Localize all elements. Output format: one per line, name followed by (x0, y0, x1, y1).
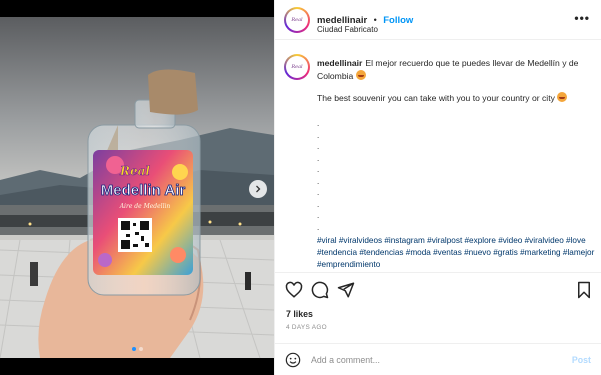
caption-avatar-text: Real (291, 64, 303, 70)
caption-dot: . (317, 165, 320, 174)
hashtag-link[interactable]: #gratis (493, 248, 518, 257)
heart-icon[interactable] (285, 281, 303, 299)
bottle-label-sub: Aire de Medellin (119, 203, 171, 210)
hashtag-link[interactable]: #nuevo (464, 248, 491, 257)
location-link[interactable]: Ciudad Fabricato (317, 25, 378, 34)
avatar-text: Real (291, 17, 303, 23)
chevron-right-icon (256, 185, 261, 193)
caption-dot: . (317, 222, 320, 232)
caption-dot: . (317, 119, 320, 128)
post-comment-button[interactable]: Post (572, 355, 591, 365)
bookmark-icon[interactable] (575, 281, 593, 299)
caption-dot: . (317, 142, 320, 151)
hashtag-link[interactable]: #explore (465, 236, 496, 245)
follow-button[interactable]: Follow (383, 15, 413, 26)
caption-dot: . (317, 130, 320, 140)
share-icon[interactable] (337, 281, 355, 299)
carousel-next-button[interactable] (249, 180, 267, 198)
caption-dot: . (317, 211, 320, 220)
hashtag-link[interactable]: #tendencia (317, 248, 357, 257)
bottle-label-main: Medellin Air (101, 182, 186, 199)
grinning-face-emoji-icon (355, 69, 366, 80)
bottle-label-top: Real (119, 164, 150, 178)
hashtag-list: #viral #viralvideos #instagram #viralpos… (317, 235, 601, 272)
caption-avatar[interactable]: Real (284, 54, 310, 80)
comment-icon[interactable] (311, 281, 329, 299)
carousel-dot (138, 347, 143, 351)
hashtag-link[interactable]: #viralvideo (525, 236, 564, 245)
emoji-icon[interactable] (285, 352, 301, 368)
hashtag-link[interactable]: #video (498, 236, 522, 245)
caption-dot: . (317, 176, 320, 186)
post-side-panel: Real medellinair • Follow Ciudad Fabrica… (274, 0, 601, 375)
hashtag-link[interactable]: #ventas (433, 248, 462, 257)
hashtag-link[interactable]: #marketing (520, 248, 561, 257)
avatar[interactable]: Real (284, 7, 310, 33)
hashtag-link[interactable]: #instagram (384, 236, 425, 245)
hashtag-link[interactable]: #tendencias (359, 248, 403, 257)
carousel-dot-active (131, 347, 136, 351)
caption-dot: . (317, 153, 320, 163)
hashtag-link[interactable]: #viralvideos (339, 236, 382, 245)
grinning-face-emoji-icon (557, 92, 568, 102)
hashtag-link[interactable]: #emprendimiento (317, 260, 380, 269)
comment-bar: Post (275, 343, 601, 375)
caption-dots: . . . . . . . . . . (317, 118, 319, 233)
action-bar (275, 272, 601, 306)
more-horizontal-icon[interactable]: ••• (574, 11, 590, 25)
caption-dot: . (317, 199, 320, 209)
hashtag-link[interactable]: #love (566, 236, 586, 245)
post-photo[interactable]: Real Medellin Air Aire de Medellin (0, 0, 274, 375)
likes-count[interactable]: 7 likes (286, 309, 313, 319)
hashtag-link[interactable]: #lamejor (563, 248, 594, 257)
hashtag-link[interactable]: #moda (406, 248, 431, 257)
post-header: Real medellinair • Follow Ciudad Fabrica… (275, 0, 601, 40)
caption-dot: . (317, 188, 320, 197)
hashtag-link[interactable]: #viral (317, 236, 337, 245)
caption-username[interactable]: medellinair (317, 58, 362, 68)
caption-line-en: The best souvenir you can take with you … (317, 93, 555, 103)
bottle-photo: Real Medellin Air Aire de Medellin (0, 0, 274, 375)
post-timestamp[interactable]: 4 DAYS AGO (286, 324, 327, 331)
carousel-indicator (0, 347, 274, 351)
header-separator: • (373, 15, 377, 25)
comment-input[interactable] (311, 352, 551, 368)
caption: medellinair El mejor recuerdo que te pued… (317, 58, 592, 105)
hashtag-link[interactable]: #viralpost (427, 236, 462, 245)
